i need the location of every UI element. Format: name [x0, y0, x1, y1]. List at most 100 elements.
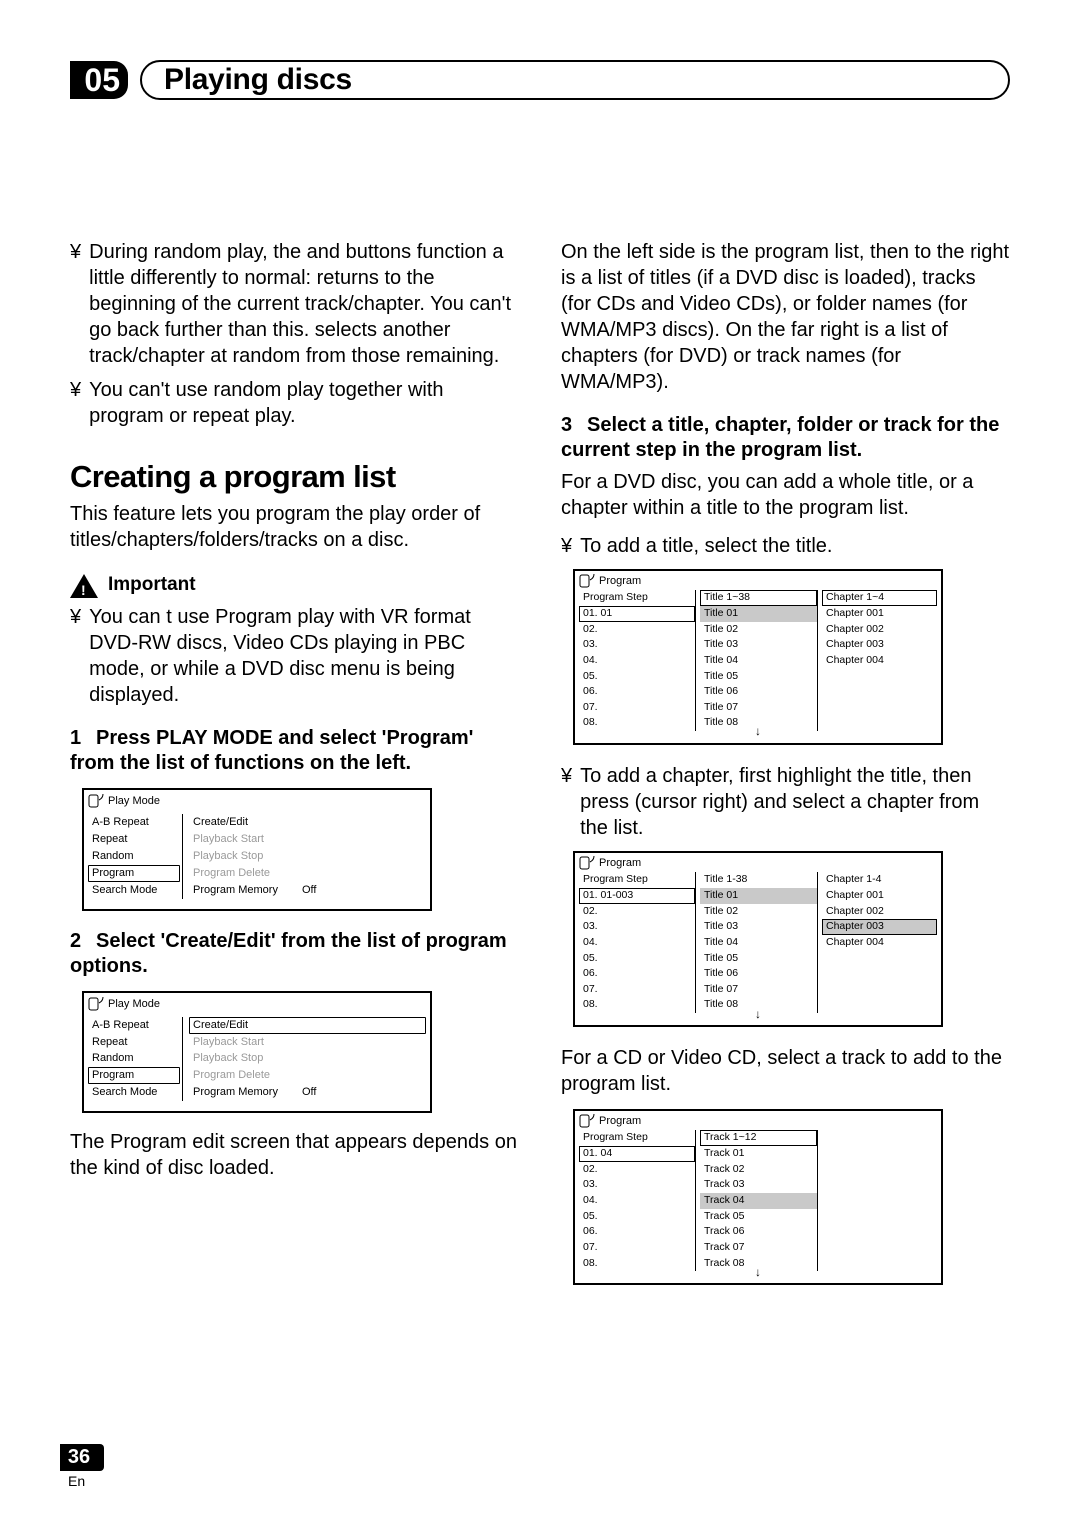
program-chapter-header: Chapter 1~4 — [822, 590, 937, 606]
program-step: 01. 04 — [579, 1146, 695, 1162]
osd-menu-item: Random — [88, 1050, 180, 1067]
program-step: 08. — [579, 1256, 695, 1272]
osd-program: ProgramProgram Step01. 0402.03.04.05.06.… — [573, 1109, 943, 1285]
down-arrow-icon: ↓ — [755, 724, 761, 740]
down-arrow-icon: ↓ — [755, 1007, 761, 1023]
body-text: The Program edit screen that appears dep… — [70, 1129, 519, 1181]
program-step: 04. — [579, 1193, 695, 1209]
program-title-item: Title 07 — [700, 982, 817, 998]
program-chapter-item: Chapter 003 — [822, 637, 937, 653]
osd-menu-item: Program — [88, 865, 180, 882]
bullet-item: ¥ You can't use random play together wit… — [70, 377, 519, 429]
program-step: 04. — [579, 935, 695, 951]
program-chapter-item: Chapter 001 — [822, 888, 937, 904]
osd-title: Program — [599, 1114, 641, 1128]
page-lang: En — [68, 1473, 104, 1489]
program-title-item: Track 06 — [700, 1224, 817, 1240]
osd-menu-item: Repeat — [88, 1034, 180, 1051]
osd-option-item: Playback Start — [189, 831, 426, 848]
bullet-marker: ¥ — [561, 533, 572, 559]
osd-program: Program Program Step01. 01-00302.03.04.05… — [573, 851, 943, 1027]
bullet-marker: ¥ — [70, 604, 81, 708]
program-step: 06. — [579, 1224, 695, 1240]
program-step: 02. — [579, 622, 695, 638]
remote-icon — [579, 574, 595, 588]
program-title-item: Track 04 — [700, 1193, 817, 1209]
important-label: Important — [108, 573, 196, 598]
bullet-text: You can't use random play together with … — [89, 377, 519, 429]
program-title-item: Title 03 — [700, 919, 817, 935]
osd-play-mode: Play Mode A-B RepeatRepeatRandomProgramS… — [82, 788, 432, 911]
program-title-header: Title 1-38 — [700, 872, 817, 888]
program-title-item: Track 01 — [700, 1146, 817, 1162]
program-chapter-item: Chapter 002 — [822, 622, 937, 638]
osd-play-mode: Play Mode A-B RepeatRepeatRandomProgramS… — [82, 991, 432, 1114]
step-heading: 1Press PLAY MODE and select 'Program' fr… — [70, 726, 519, 776]
osd-menu-item: Program — [88, 1067, 180, 1084]
body-text: For a DVD disc, you can add a whole titl… — [561, 469, 1010, 521]
bullet-item: ¥ You can t use Program play with VR for… — [70, 604, 519, 708]
program-title-item: Title 01 — [700, 606, 817, 622]
program-title-item: Track 02 — [700, 1162, 817, 1178]
program-step: 06. — [579, 684, 695, 700]
program-chapter-item: Chapter 004 — [822, 653, 937, 669]
left-column: ¥ During random play, the and buttons fu… — [70, 145, 519, 1303]
program-step: 01. 01-003 — [579, 888, 695, 904]
program-title-item: Title 02 — [700, 622, 817, 638]
program-title-item: Title 01 — [700, 888, 817, 904]
program-step: 03. — [579, 1177, 695, 1193]
down-arrow-icon: ↓ — [755, 1265, 761, 1281]
program-step: 02. — [579, 904, 695, 920]
osd-option-item: Create/Edit — [189, 1017, 426, 1034]
program-step: 07. — [579, 982, 695, 998]
osd-menu-item: Search Mode — [88, 882, 180, 899]
step-text: Select 'Create/Edit' from the list of pr… — [70, 930, 507, 977]
bullet-marker: ¥ — [70, 377, 81, 429]
program-step: 04. — [579, 653, 695, 669]
important-callout: Important — [70, 573, 519, 598]
program-step-header: Program Step — [579, 872, 695, 888]
bullet-text: During random play, the and buttons func… — [89, 239, 519, 369]
bullet-marker: ¥ — [70, 239, 81, 369]
body-text: This feature lets you program the play o… — [70, 501, 519, 553]
osd-menu-item: A-B Repeat — [88, 1017, 180, 1034]
program-title-item: Title 05 — [700, 951, 817, 967]
osd-option-item: Program Delete — [189, 1067, 426, 1084]
page-number: 36 — [60, 1444, 104, 1471]
chapter-header: 05 Playing discs — [70, 60, 1010, 100]
program-title-item: Title 05 — [700, 669, 817, 685]
page-footer: 36 En — [60, 1444, 104, 1489]
program-title-item: Title 06 — [700, 684, 817, 700]
osd-title: Program — [599, 856, 641, 870]
osd-title: Play Mode — [108, 794, 160, 808]
osd-option-item: Program Delete — [189, 865, 426, 882]
section-heading: Creating a program list — [70, 457, 519, 497]
program-title-item: Track 03 — [700, 1177, 817, 1193]
body-text: On the left side is the program list, th… — [561, 239, 1010, 395]
osd-menu-item: Search Mode — [88, 1084, 180, 1101]
remote-icon — [579, 856, 595, 870]
osd-menu-item: Random — [88, 848, 180, 865]
program-title-item: Title 04 — [700, 653, 817, 669]
osd-option-item: Program MemoryOff — [189, 1084, 426, 1101]
program-step-header: Program Step — [579, 590, 695, 606]
program-step: 03. — [579, 919, 695, 935]
step-heading: 3Select a title, chapter, folder or trac… — [561, 413, 1010, 463]
program-step: 05. — [579, 951, 695, 967]
program-title-item: Title 07 — [700, 700, 817, 716]
program-title-item: Title 03 — [700, 637, 817, 653]
osd-program: ProgramProgram Step01. 0102.03.04.05.06.… — [573, 569, 943, 745]
program-title-item: Track 05 — [700, 1209, 817, 1225]
osd-title: Program — [599, 574, 641, 588]
right-column: On the left side is the program list, th… — [561, 145, 1010, 1303]
step-text: Select a title, chapter, folder or track… — [561, 414, 999, 461]
remote-icon — [88, 794, 104, 808]
program-title-item: Title 02 — [700, 904, 817, 920]
program-chapter-item: Chapter 002 — [822, 904, 937, 920]
osd-option-item: Playback Stop — [189, 848, 426, 865]
program-step: 02. — [579, 1162, 695, 1178]
program-step: 08. — [579, 715, 695, 731]
osd-option-item: Playback Start — [189, 1034, 426, 1051]
program-step-header: Program Step — [579, 1130, 695, 1146]
chapter-title: Playing discs — [140, 60, 1010, 100]
